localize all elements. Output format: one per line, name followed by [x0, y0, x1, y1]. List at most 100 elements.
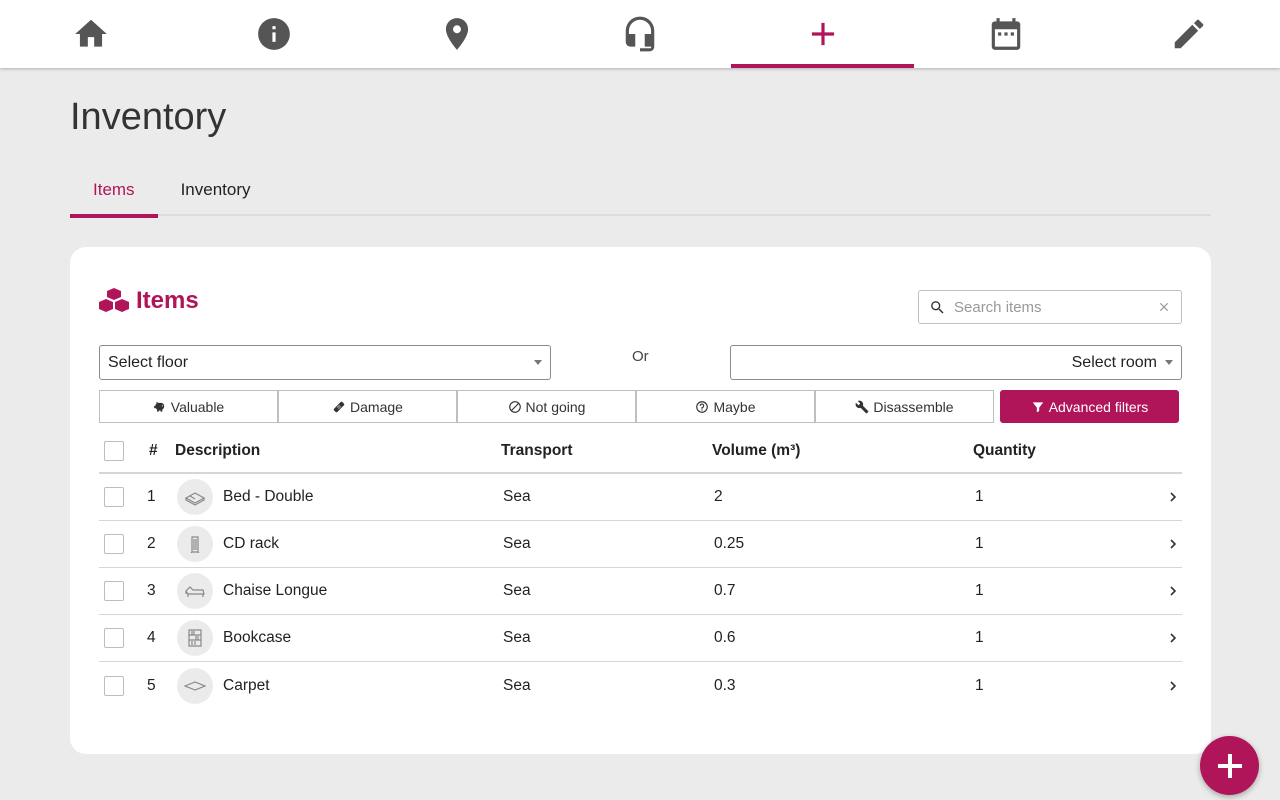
row-num: 1	[147, 488, 156, 505]
advanced-filters-button[interactable]: Advanced filters	[1000, 390, 1179, 423]
header-quantity: Quantity	[973, 442, 1036, 459]
filter-damage-button[interactable]: Damage	[278, 390, 457, 423]
search-box	[918, 290, 1182, 324]
plus-icon	[811, 22, 834, 46]
filter-maybe-button[interactable]: Maybe	[636, 390, 815, 423]
filter-not-going-label: Not going	[525, 398, 586, 415]
table-row[interactable]: 5 Carpet Sea 0.3 1	[99, 662, 1182, 709]
table-header: # Description Transport Volume (m³) Quan…	[99, 430, 1182, 474]
search-icon	[931, 300, 944, 314]
piggy-bank-icon	[153, 401, 164, 412]
caret-down-icon	[534, 360, 542, 365]
row-quantity: 1	[975, 676, 984, 694]
row-transport: Sea	[503, 488, 531, 505]
row-transport: Sea	[503, 629, 531, 646]
filter-maybe-label: Maybe	[713, 398, 756, 415]
pencil-icon	[1174, 19, 1203, 49]
row-checkbox[interactable]	[104, 487, 124, 507]
headset-icon	[625, 16, 655, 52]
carpet-icon	[184, 680, 206, 691]
floor-select[interactable]: Select floor	[99, 345, 551, 380]
wrench-icon	[855, 400, 869, 413]
row-quantity: 1	[975, 535, 984, 552]
row-num: 3	[147, 582, 156, 599]
or-label: Or	[632, 348, 649, 365]
row-num: 4	[147, 629, 156, 646]
advanced-filters-label: Advanced filters	[1048, 398, 1149, 415]
row-description: Chaise Longue	[223, 582, 328, 599]
bandage-icon	[333, 401, 345, 412]
calendar-icon	[991, 18, 1020, 50]
table-row[interactable]: 2 CD rack Sea 0.25 1	[99, 521, 1182, 568]
row-volume: 0.6	[714, 629, 736, 646]
filter-disassemble-label: Disassemble	[873, 398, 954, 415]
location-pin-icon	[446, 18, 469, 50]
row-checkbox[interactable]	[104, 675, 124, 696]
chevron-right-icon	[1170, 492, 1177, 502]
tab-items[interactable]: Items	[70, 168, 158, 218]
clear-icon[interactable]	[1157, 300, 1171, 314]
row-num: 2	[147, 535, 156, 552]
row-volume: 0.7	[714, 582, 736, 599]
table-row[interactable]: 4 Bookcase Sea 0.6 1	[99, 615, 1182, 662]
nav-info[interactable]	[183, 0, 366, 68]
search-input[interactable]	[954, 298, 1157, 316]
funnel-icon	[1032, 401, 1043, 412]
row-checkbox[interactable]	[104, 534, 124, 554]
select-all-checkbox[interactable]	[104, 441, 124, 461]
row-quantity: 1	[975, 582, 984, 599]
filter-damage-label: Damage	[350, 398, 403, 415]
filter-bar: Valuable Damage Not going Maybe Disassem…	[99, 390, 1182, 423]
chaise-longue-icon	[185, 586, 205, 597]
item-thumbnail	[177, 667, 213, 704]
card-header: Items	[98, 287, 199, 315]
nav-support[interactable]	[549, 0, 732, 68]
item-thumbnail	[177, 526, 213, 562]
row-volume: 2	[714, 488, 723, 505]
nav-calendar[interactable]	[914, 0, 1097, 68]
row-checkbox[interactable]	[104, 581, 124, 601]
home-icon	[75, 19, 108, 47]
row-transport: Sea	[503, 582, 531, 599]
row-description: CD rack	[223, 535, 279, 552]
add-item-fab[interactable]	[1200, 736, 1259, 795]
row-transport: Sea	[503, 535, 531, 552]
nav-location[interactable]	[366, 0, 549, 68]
row-description: Carpet	[223, 676, 270, 694]
header-transport: Transport	[501, 442, 573, 459]
row-checkbox[interactable]	[104, 628, 124, 648]
nav-home[interactable]	[0, 0, 183, 68]
boxes-icon	[99, 288, 129, 312]
item-thumbnail	[177, 479, 213, 515]
filter-disassemble-button[interactable]: Disassemble	[815, 390, 994, 423]
table-row[interactable]: 1 Bed - Double Sea 2 1	[99, 474, 1182, 521]
nav-edit[interactable]	[1097, 0, 1280, 68]
top-navigation	[0, 0, 1280, 68]
items-table: # Description Transport Volume (m³) Quan…	[99, 430, 1182, 709]
card-title: Items	[136, 287, 199, 314]
nav-add[interactable]	[731, 0, 915, 68]
question-circle-icon	[696, 400, 709, 413]
items-card: Items Select floor Or Select room Valuab…	[70, 247, 1211, 754]
plus-icon	[1217, 753, 1242, 778]
filter-not-going-button[interactable]: Not going	[457, 390, 636, 423]
caret-down-icon	[1165, 360, 1173, 365]
table-row[interactable]: 3 Chaise Longue Sea 0.7 1	[99, 568, 1182, 615]
chevron-right-icon	[1170, 633, 1177, 643]
ban-icon	[508, 400, 521, 413]
cd-rack-icon	[190, 536, 200, 553]
tab-inventory[interactable]: Inventory	[158, 168, 274, 216]
room-select[interactable]: Select room	[730, 345, 1182, 380]
header-description: Description	[175, 442, 261, 459]
row-transport: Sea	[503, 676, 531, 694]
filter-valuable-button[interactable]: Valuable	[99, 390, 278, 423]
item-thumbnail	[177, 620, 213, 656]
header-volume: Volume (m³)	[712, 442, 801, 459]
bed-icon	[184, 492, 206, 506]
item-thumbnail	[177, 573, 213, 609]
row-volume: 0.3	[714, 676, 736, 694]
bookcase-icon	[188, 629, 202, 647]
row-description: Bed - Double	[223, 488, 314, 505]
header-num: #	[149, 442, 158, 459]
chevron-right-icon	[1170, 586, 1177, 596]
